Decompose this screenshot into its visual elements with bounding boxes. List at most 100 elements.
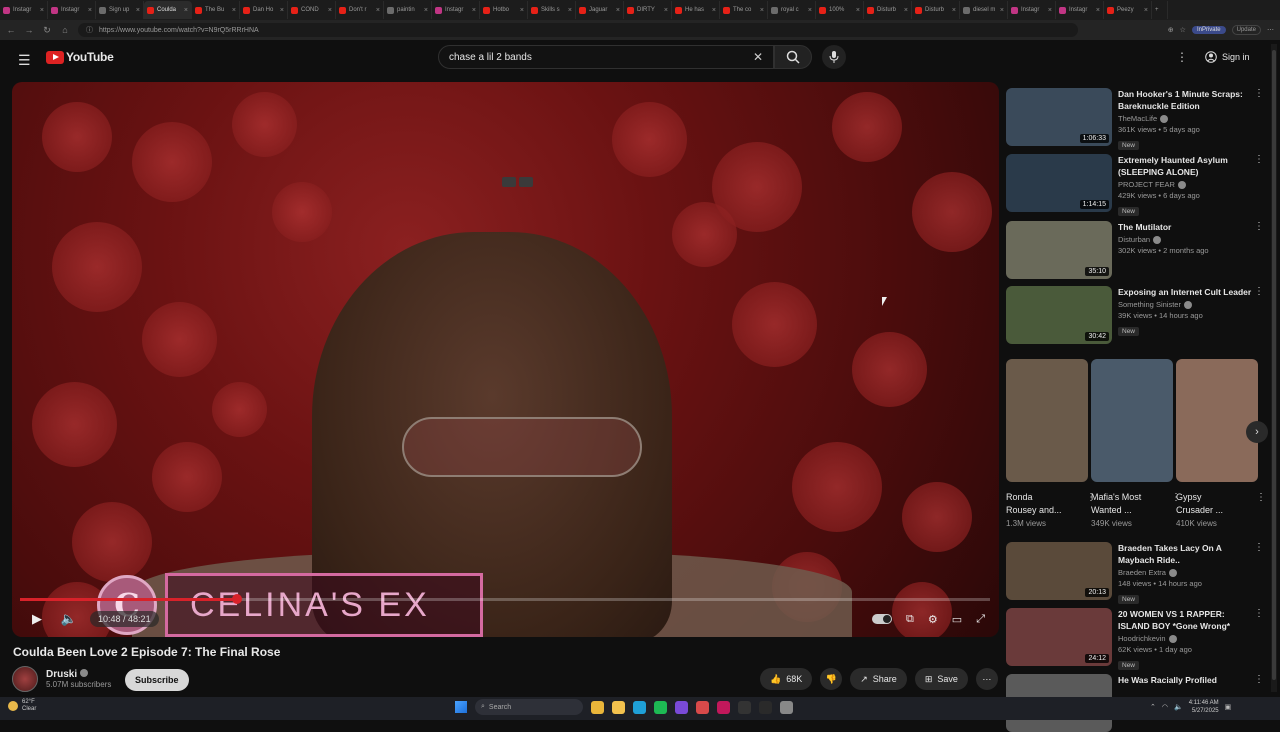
browser-tab[interactable]: The Bu × bbox=[192, 1, 240, 19]
video-thumbnail[interactable]: 1:14:15 bbox=[1006, 154, 1112, 212]
spotify-icon[interactable] bbox=[654, 700, 667, 714]
browser-tab[interactable]: Don't r × bbox=[336, 1, 384, 19]
close-tab-icon[interactable]: × bbox=[952, 7, 956, 14]
channel-name[interactable]: Druski bbox=[46, 669, 111, 680]
close-tab-icon[interactable]: × bbox=[808, 7, 812, 14]
theater-mode-icon[interactable]: ▭ bbox=[952, 613, 962, 626]
favorites-icon[interactable]: ☆ bbox=[1180, 26, 1186, 34]
discord-icon[interactable] bbox=[675, 700, 688, 714]
notification-icon[interactable]: ▣ bbox=[1225, 703, 1232, 711]
new-tab-button[interactable]: + bbox=[1152, 1, 1168, 19]
video-thumbnail[interactable]: 24:12 bbox=[1006, 608, 1112, 666]
short-item[interactable]: Mafia's Most Wanted ... 349K views ⋮ bbox=[1091, 359, 1181, 528]
video-title[interactable]: 20 WOMEN VS 1 RAPPER: ISLAND BOY *Gone W… bbox=[1118, 608, 1254, 632]
browser-tab[interactable]: Sign up × bbox=[96, 1, 144, 19]
close-tab-icon[interactable]: × bbox=[1096, 7, 1100, 14]
page-scrollbar[interactable] bbox=[1271, 44, 1277, 692]
close-tab-icon[interactable]: × bbox=[1144, 7, 1148, 14]
app-icon[interactable] bbox=[759, 700, 772, 714]
close-tab-icon[interactable]: × bbox=[904, 7, 908, 14]
home-icon[interactable]: ⌂ bbox=[60, 25, 70, 35]
more-actions-button[interactable]: ⋯ bbox=[975, 668, 998, 690]
close-tab-icon[interactable]: × bbox=[136, 7, 140, 14]
chrome-icon[interactable] bbox=[591, 700, 604, 714]
short-title[interactable]: Gypsy Crusader ... bbox=[1176, 491, 1258, 517]
video-thumbnail[interactable]: 1:06:33 bbox=[1006, 88, 1112, 146]
browser-tab[interactable]: COND × bbox=[288, 1, 336, 19]
browser-tab[interactable]: diesel m × bbox=[960, 1, 1008, 19]
close-tab-icon[interactable]: × bbox=[280, 7, 284, 14]
progress-bar[interactable] bbox=[20, 594, 990, 604]
video-title[interactable]: He Was Racially Profiled bbox=[1118, 674, 1254, 686]
extensions-icon[interactable]: ⊕ bbox=[1168, 26, 1174, 34]
browser-tab[interactable]: Instagr × bbox=[1008, 1, 1056, 19]
channel-name[interactable]: Disturban bbox=[1118, 235, 1254, 244]
app-icon[interactable] bbox=[696, 700, 709, 714]
channel-info[interactable]: Druski 5.07M subscribers bbox=[12, 666, 111, 692]
browser-tab[interactable]: 100% × bbox=[816, 1, 864, 19]
browser-tab[interactable]: royal c × bbox=[768, 1, 816, 19]
youtube-logo[interactable]: YouTube bbox=[46, 50, 114, 64]
scrubber-handle[interactable] bbox=[231, 594, 242, 604]
short-thumbnail[interactable] bbox=[1176, 359, 1258, 482]
channel-name[interactable]: Braeden Extra bbox=[1118, 568, 1254, 577]
close-tab-icon[interactable]: × bbox=[184, 7, 188, 14]
browser-tab[interactable]: Disturb × bbox=[864, 1, 912, 19]
browser-tab[interactable]: Hotbo × bbox=[480, 1, 528, 19]
short-title[interactable]: Mafia's Most Wanted ... bbox=[1091, 491, 1173, 517]
video-thumbnail[interactable]: 20:13 bbox=[1006, 542, 1112, 600]
player-overlay-buttons[interactable] bbox=[502, 177, 533, 187]
settings-kebab-icon[interactable]: ⋮ bbox=[1176, 50, 1188, 64]
captions-icon[interactable]: ⧉ bbox=[906, 613, 914, 626]
close-tab-icon[interactable]: × bbox=[1000, 7, 1004, 14]
close-tab-icon[interactable]: × bbox=[424, 7, 428, 14]
video-player[interactable]: C CELINA'S EX bbox=[12, 82, 999, 637]
video-title[interactable]: Extremely Haunted Asylum (SLEEPING ALONE… bbox=[1118, 154, 1254, 178]
search-button[interactable] bbox=[774, 45, 812, 69]
browser-tab[interactable]: He has × bbox=[672, 1, 720, 19]
browser-tab[interactable]: Disturb × bbox=[912, 1, 960, 19]
acrobat-icon[interactable] bbox=[717, 700, 730, 714]
clear-search-icon[interactable]: ✕ bbox=[753, 50, 763, 64]
wifi-icon[interactable]: ◠ bbox=[1162, 703, 1168, 711]
search-input[interactable]: chase a lil 2 bands ✕ bbox=[438, 45, 774, 69]
short-thumbnail[interactable] bbox=[1091, 359, 1173, 482]
close-tab-icon[interactable]: × bbox=[40, 7, 44, 14]
recommended-video[interactable]: 35:10 The Mutilator Disturban 302K views • … bbox=[1006, 221, 1264, 279]
short-item[interactable]: Gypsy Crusader ... 410K views ⋮ bbox=[1176, 359, 1266, 528]
channel-name[interactable]: PROJECT FEAR bbox=[1118, 180, 1254, 189]
more-options-icon[interactable]: ⋮ bbox=[1254, 542, 1264, 606]
sign-in-button[interactable]: Sign in bbox=[1197, 47, 1258, 67]
reload-icon[interactable]: ↻ bbox=[42, 25, 52, 36]
profile-badge[interactable]: InPrivate bbox=[1191, 26, 1226, 34]
app-icon[interactable] bbox=[780, 700, 793, 714]
windows-start-icon[interactable] bbox=[455, 701, 467, 713]
forward-icon[interactable]: → bbox=[24, 25, 34, 35]
close-tab-icon[interactable]: × bbox=[232, 7, 236, 14]
close-tab-icon[interactable]: × bbox=[616, 7, 620, 14]
play-icon[interactable]: ▶ bbox=[26, 611, 48, 627]
more-options-icon[interactable]: ⋮ bbox=[1086, 492, 1096, 503]
video-thumbnail[interactable]: 35:10 bbox=[1006, 221, 1112, 279]
recommended-video[interactable]: 20:13 Braeden Takes Lacy On A Maybach Rid… bbox=[1006, 542, 1264, 606]
browser-tab[interactable]: Peezy × bbox=[1104, 1, 1152, 19]
update-button[interactable]: Update bbox=[1231, 25, 1261, 35]
close-tab-icon[interactable]: × bbox=[88, 7, 92, 14]
more-options-icon[interactable]: ⋮ bbox=[1254, 154, 1264, 218]
share-button[interactable]: ↗ Share bbox=[850, 668, 907, 690]
more-options-icon[interactable]: ⋮ bbox=[1254, 608, 1264, 672]
browser-tab[interactable]: The co × bbox=[720, 1, 768, 19]
video-title[interactable]: Exposing an Internet Cult Leader bbox=[1118, 286, 1254, 298]
recommended-video[interactable]: 30:42 Exposing an Internet Cult Leader Som… bbox=[1006, 286, 1264, 344]
channel-name[interactable]: Hoodrichkevin bbox=[1118, 634, 1254, 643]
close-tab-icon[interactable]: × bbox=[856, 7, 860, 14]
close-tab-icon[interactable]: × bbox=[712, 7, 716, 14]
more-options-icon[interactable]: ⋮ bbox=[1171, 492, 1181, 503]
browser-tab[interactable]: Jaguar × bbox=[576, 1, 624, 19]
browser-tab[interactable]: Skills s × bbox=[528, 1, 576, 19]
video-thumbnail[interactable]: 30:42 bbox=[1006, 286, 1112, 344]
more-options-icon[interactable]: ⋮ bbox=[1254, 221, 1264, 279]
close-tab-icon[interactable]: × bbox=[520, 7, 524, 14]
fullscreen-icon[interactable]: ⤢ bbox=[976, 613, 985, 626]
weather-widget[interactable]: 62°F Clear bbox=[8, 699, 36, 713]
